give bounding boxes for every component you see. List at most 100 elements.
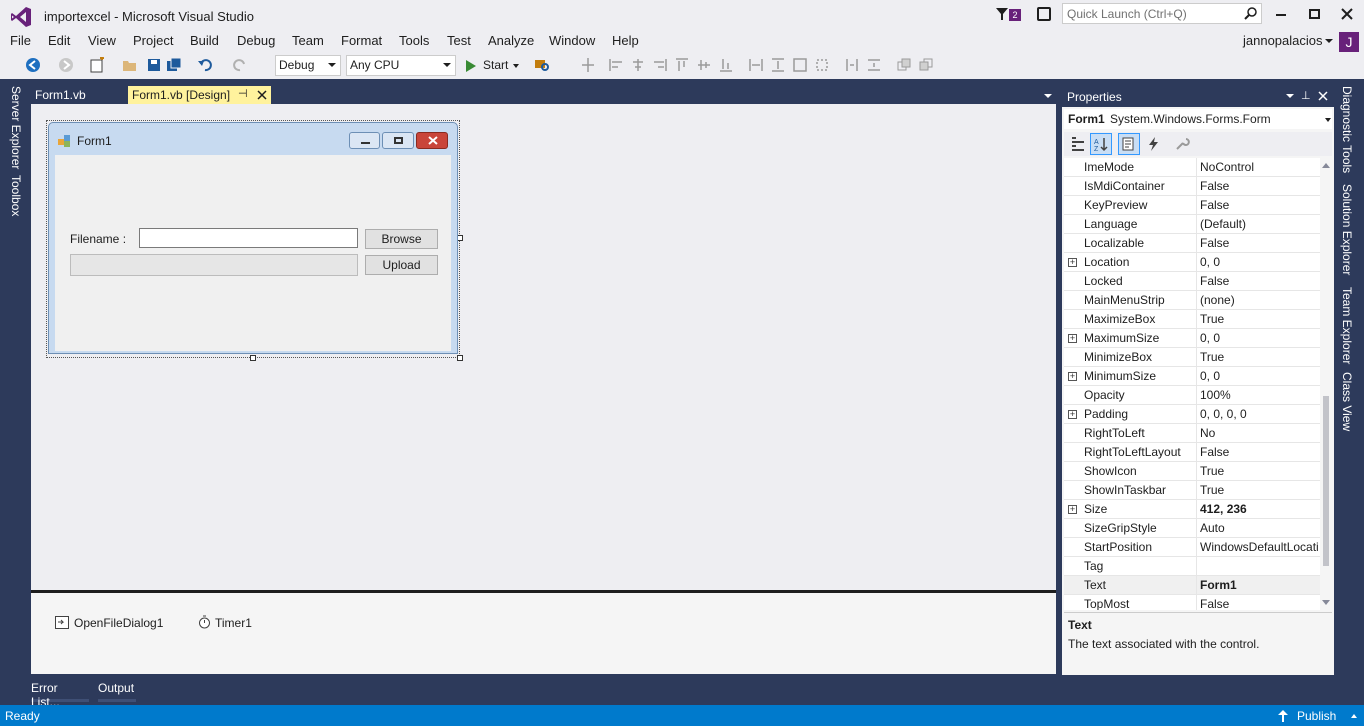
property-row-ismdicontainer[interactable]: IsMdiContainer False <box>1064 177 1320 196</box>
find-in-files-icon[interactable] <box>534 57 550 73</box>
align-to-grid-icon[interactable] <box>580 57 596 73</box>
property-row-padding[interactable]: + Padding 0, 0, 0, 0 <box>1064 405 1320 424</box>
property-grid[interactable]: ImeMode NoControl IsMdiContainer False Key… <box>1064 158 1320 610</box>
property-row-sizegripstyle[interactable]: SizeGripStyle Auto <box>1064 519 1320 538</box>
undo-icon[interactable] <box>197 57 213 73</box>
alphabetical-button[interactable]: AZ <box>1090 133 1112 155</box>
new-project-icon[interactable] <box>89 57 105 73</box>
expand-plus-icon[interactable]: + <box>1068 258 1077 267</box>
horizontal-spacing-icon[interactable] <box>844 57 860 73</box>
menu-format[interactable]: Format <box>341 32 382 52</box>
property-row-text-selected[interactable]: Text Form1 <box>1064 576 1320 595</box>
property-value[interactable]: True <box>1200 350 1318 364</box>
property-pages-wrench-icon[interactable] <box>1174 136 1190 152</box>
tab-form1-vb[interactable]: Form1.vb <box>31 86 126 104</box>
property-row-localizable[interactable]: Localizable False <box>1064 234 1320 253</box>
property-row-size[interactable]: + Size 412, 236 <box>1064 500 1320 519</box>
tab-form1-design[interactable]: Form1.vb [Design] ⊣ <box>128 86 271 104</box>
save-icon[interactable] <box>146 57 162 73</box>
property-value[interactable]: 412, 236 <box>1200 502 1318 516</box>
menu-tools[interactable]: Tools <box>399 32 429 52</box>
property-row-language[interactable]: Language (Default) <box>1064 215 1320 234</box>
menu-test[interactable]: Test <box>447 32 471 52</box>
save-all-icon[interactable] <box>166 57 182 73</box>
publish-button[interactable]: Publish <box>1278 705 1360 726</box>
property-value[interactable]: 100% <box>1200 388 1318 402</box>
team-explorer-tab[interactable]: Team Explorer <box>1340 287 1354 364</box>
scroll-up-icon[interactable] <box>1322 163 1330 168</box>
property-value[interactable]: 0, 0 <box>1200 331 1318 345</box>
property-row-opacity[interactable]: Opacity 100% <box>1064 386 1320 405</box>
menu-window[interactable]: Window <box>549 32 595 52</box>
property-row-topmost[interactable]: TopMost False <box>1064 595 1320 610</box>
open-file-icon[interactable] <box>122 57 138 73</box>
form1-window[interactable]: Form1 Filename : Browse Upload <box>48 122 458 354</box>
close-icon[interactable] <box>1341 8 1353 20</box>
toolbox-tab[interactable]: Toolbox <box>9 175 23 216</box>
server-explorer-tab[interactable]: Server Explorer <box>9 86 23 169</box>
close-tab-icon[interactable] <box>257 90 267 100</box>
align-rights-icon[interactable] <box>652 57 668 73</box>
property-value[interactable]: False <box>1200 179 1318 193</box>
property-row-righttoleftlayout[interactable]: RightToLeftLayout False <box>1064 443 1320 462</box>
solution-config-select[interactable]: Debug <box>275 55 341 76</box>
menu-debug[interactable]: Debug <box>237 32 275 52</box>
resize-handle-bottom[interactable] <box>250 355 256 361</box>
openfiledialog-component[interactable]: OpenFileDialog1 <box>55 614 165 632</box>
scroll-thumb[interactable] <box>1323 396 1329 566</box>
tab-overflow-dropdown-icon[interactable] <box>1044 94 1052 98</box>
size-to-grid-icon[interactable] <box>814 57 830 73</box>
property-value[interactable]: No <box>1200 426 1318 440</box>
property-value[interactable]: True <box>1200 483 1318 497</box>
property-value[interactable]: True <box>1200 312 1318 326</box>
send-to-back-icon[interactable] <box>918 57 934 73</box>
menu-file[interactable]: File <box>10 32 31 52</box>
property-grid-scrollbar[interactable] <box>1320 158 1332 610</box>
make-same-size-icon[interactable] <box>792 57 808 73</box>
scroll-down-icon[interactable] <box>1322 600 1330 605</box>
pin-icon[interactable]: ⊣ <box>238 87 248 100</box>
property-row-locked[interactable]: Locked False <box>1064 272 1320 291</box>
quick-launch-box[interactable]: Quick Launch (Ctrl+Q) <box>1062 3 1262 24</box>
property-value[interactable]: False <box>1200 236 1318 250</box>
upload-button[interactable]: Upload <box>365 255 438 275</box>
property-value[interactable]: False <box>1200 445 1318 459</box>
feedback-icon[interactable] <box>1037 7 1051 21</box>
redo-icon[interactable] <box>232 57 248 73</box>
property-row-tag[interactable]: Tag <box>1064 557 1320 576</box>
property-row-location[interactable]: + Location 0, 0 <box>1064 253 1320 272</box>
pin-icon[interactable]: ⊥ <box>1301 89 1311 102</box>
property-value[interactable]: False <box>1200 274 1318 288</box>
solution-explorer-tab[interactable]: Solution Explorer <box>1340 184 1354 275</box>
minimize-icon[interactable] <box>1276 14 1286 16</box>
navigate-forward-icon[interactable] <box>58 57 74 73</box>
property-row-maximumsize[interactable]: + MaximumSize 0, 0 <box>1064 329 1320 348</box>
window-position-dropdown-icon[interactable] <box>1286 94 1294 98</box>
expand-plus-icon[interactable]: + <box>1068 410 1077 419</box>
property-value[interactable]: False <box>1200 198 1318 212</box>
property-value[interactable]: True <box>1200 464 1318 478</box>
expand-plus-icon[interactable]: + <box>1068 372 1077 381</box>
platform-select[interactable]: Any CPU <box>346 55 456 76</box>
property-value[interactable]: (none) <box>1200 293 1318 307</box>
diagnostic-tools-tab[interactable]: Diagnostic Tools <box>1340 86 1354 173</box>
error-list-tab[interactable]: Error List... <box>31 680 89 709</box>
align-centers-icon[interactable] <box>630 57 646 73</box>
bring-to-front-icon[interactable] <box>896 57 912 73</box>
align-lefts-icon[interactable] <box>608 57 624 73</box>
property-row-startposition[interactable]: StartPosition WindowsDefaultLocation <box>1064 538 1320 557</box>
property-value[interactable]: WindowsDefaultLocation <box>1200 540 1318 554</box>
align-tops-icon[interactable] <box>674 57 690 73</box>
menu-team[interactable]: Team <box>292 32 324 52</box>
start-button[interactable]: Start <box>464 55 524 76</box>
expand-plus-icon[interactable]: + <box>1068 334 1077 343</box>
property-value[interactable]: NoControl <box>1200 160 1318 174</box>
object-selector[interactable]: Form1 System.Windows.Forms.Form <box>1064 109 1332 129</box>
filename-textbox[interactable] <box>139 228 358 248</box>
align-middles-icon[interactable] <box>696 57 712 73</box>
property-row-showintaskbar[interactable]: ShowInTaskbar True <box>1064 481 1320 500</box>
align-bottoms-icon[interactable] <box>718 57 734 73</box>
form-maximize-button[interactable] <box>382 132 414 149</box>
search-icon[interactable] <box>1244 7 1257 20</box>
navigate-back-icon[interactable] <box>25 57 41 73</box>
